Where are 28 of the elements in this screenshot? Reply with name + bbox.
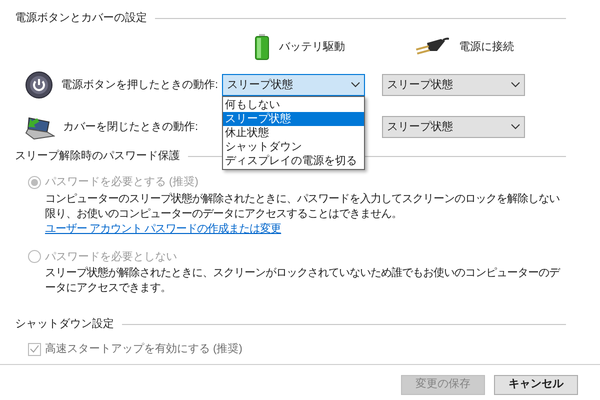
battery-icon bbox=[255, 34, 269, 60]
dropdown[interactable]: スリープ状態 bbox=[222, 74, 365, 96]
row-label: カバーを閉じたときの動作: bbox=[63, 120, 198, 135]
checkbox-label: 高速スタートアップを有効にする (推奨) bbox=[45, 342, 242, 357]
menu-option[interactable]: 何もしない bbox=[223, 98, 364, 112]
chevron-down-icon bbox=[511, 82, 520, 88]
dropdown[interactable]: スリープ状態 bbox=[382, 74, 525, 96]
power-icon bbox=[25, 71, 53, 99]
column-heading: 電源に接続 bbox=[459, 40, 514, 55]
radio-label: パスワードを必要としない bbox=[45, 250, 177, 264]
menu-option[interactable]: シャットダウン bbox=[223, 140, 364, 154]
dropdown[interactable]: スリープ状態 bbox=[382, 116, 525, 138]
description-text: スリープ状態が解除されたときに、スクリーンがロックされていないため誰でもお使いのコンピューターのデータにアクセスできます。 bbox=[44, 266, 562, 296]
radio-label: パスワードを必要とする (推奨) bbox=[45, 174, 198, 190]
chevron-down-icon bbox=[351, 82, 360, 88]
chevron-down-icon bbox=[511, 124, 520, 130]
section-title: 電源ボタンとカバーの設定 bbox=[15, 10, 147, 26]
menu-option[interactable]: スリープ状態 bbox=[223, 112, 364, 126]
description-text: コンピューターのスリープ状態が解除されたときに、パスワードを入力してスクリーンのロックを解除しない限り、お使いのコンピューターのデータにアクセスすることはできません。 ユーザー アカウント パスワードの作成または変更 bbox=[44, 192, 560, 236]
row-label: 電源ボタンを押したときの動作: bbox=[61, 78, 218, 93]
power-plug-icon bbox=[415, 37, 449, 57]
menu-option[interactable]: 休止状態 bbox=[223, 126, 364, 140]
section-title: スリープ解除時のパスワード保護 bbox=[15, 148, 180, 164]
section-title: シャットダウン設定 bbox=[15, 316, 114, 332]
menu-option[interactable]: ディスプレイの電源を切る bbox=[223, 154, 364, 168]
column-heading: バッテリ駆動 bbox=[279, 40, 345, 55]
dialog-button[interactable]: キャンセル bbox=[494, 374, 578, 394]
check-icon bbox=[30, 345, 39, 354]
